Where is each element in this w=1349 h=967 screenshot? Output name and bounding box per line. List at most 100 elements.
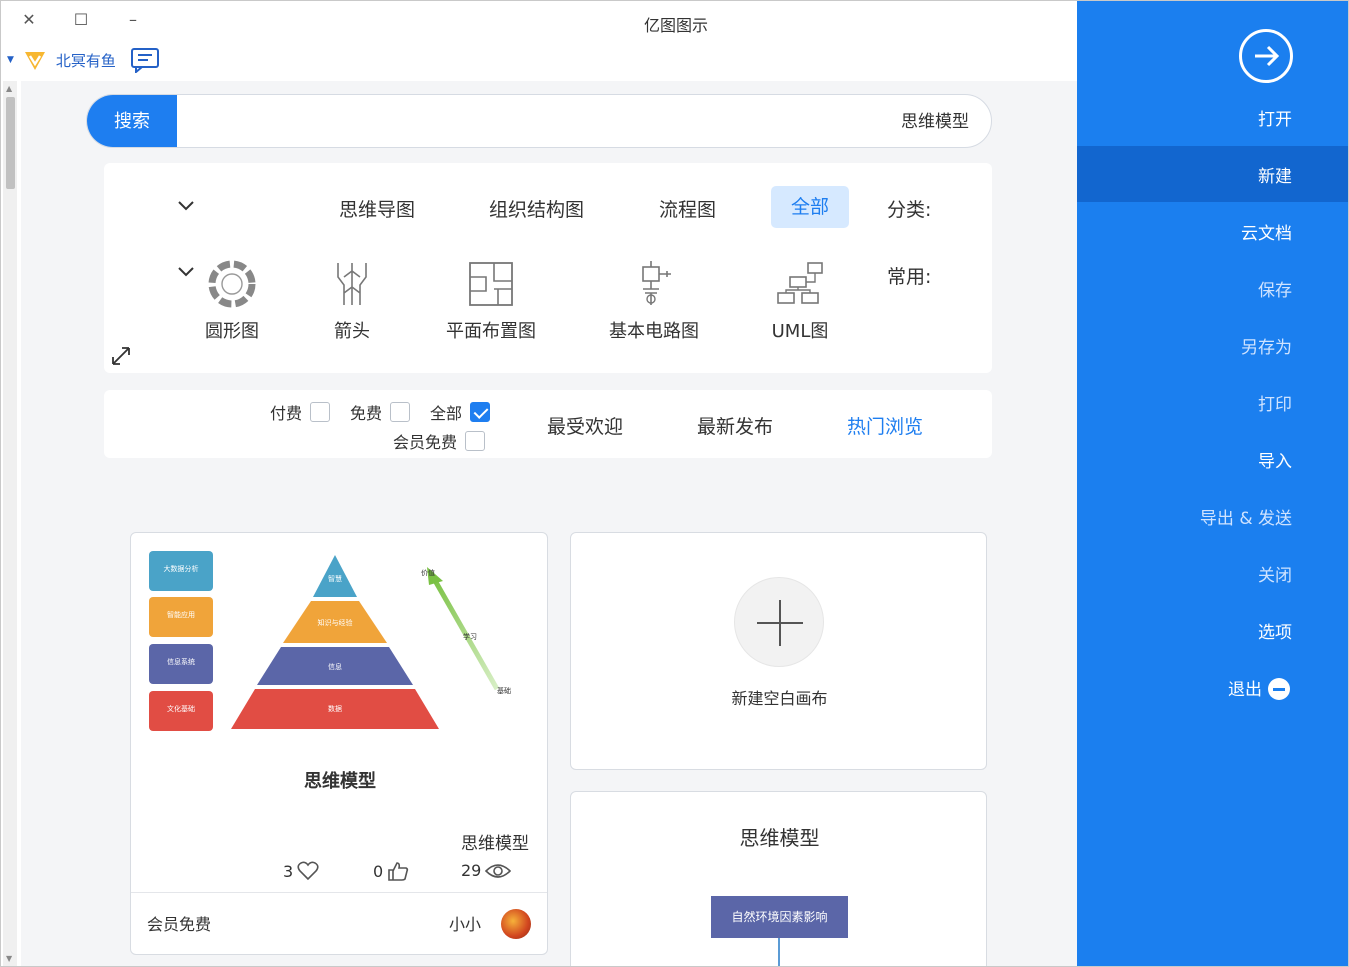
chevron-down-icon[interactable] [177,197,195,215]
connector-line [778,938,780,966]
sidebar-item-label: 打印 [1258,395,1292,415]
preview-title: 思维模型 [304,771,376,792]
checkbox[interactable] [390,402,411,422]
template-circuit[interactable]: 基本电路图 [584,259,724,343]
checkbox[interactable] [310,402,331,422]
sidebar-item-open[interactable]: 打开 [1077,89,1348,145]
sidebar-item-label: 另存为 [1241,338,1292,358]
template-label: 圆形图 [205,321,259,342]
likes-count: 0 [373,861,384,881]
maximize-icon[interactable]: ☐ [69,9,93,31]
sidebar-item-new[interactable]: 新建 [1077,146,1348,202]
message-icon[interactable] [130,47,160,73]
exit-icon [1268,678,1290,700]
template-name[interactable]: 思维模型 [461,829,529,854]
vip-badge-icon [24,52,45,70]
sidebar-item-label: 打开 [1258,110,1292,130]
category-org-chart[interactable]: 组织结构图 [489,195,584,222]
sidebar-item-label: 保存 [1258,281,1292,301]
sort-latest[interactable]: 最新发布 [697,412,773,439]
scroll-up-icon[interactable]: ▲ [6,84,14,93]
open-icon[interactable] [1239,29,1293,83]
search-bar: 搜索 思维模型 [86,94,992,148]
checkbox[interactable] [465,431,486,451]
sidebar-item-exit[interactable]: 退出 [1077,659,1348,715]
likes-stat[interactable]: 0 [373,861,409,881]
template-label: 平面布置图 [446,321,536,342]
sidebar-item-print[interactable]: 打印 [1077,374,1348,430]
filter-paid[interactable]: 付费 [270,400,331,424]
sidebar-item-options[interactable]: 选项 [1077,602,1348,658]
template-label: 箭头 [334,321,370,342]
sidebar-item-label: 云文档 [1241,224,1292,244]
sidebar-item-label: 选项 [1258,623,1292,643]
pyramid-label: 信息 [328,662,342,671]
sidebar-item-close[interactable]: 关闭 [1077,545,1348,601]
favorites-count: 3 [283,861,294,881]
preview-box: 自然环境因素影响 [711,896,848,938]
add-icon[interactable] [734,577,824,667]
filter-all[interactable]: 全部 [430,400,491,424]
sort-popular[interactable]: 热门浏览 [847,412,923,439]
new-canvas-label: 新建空白画布 [731,689,828,708]
scrollbar-thumb[interactable] [6,97,15,189]
new-blank-canvas-card[interactable]: 新建空白画布 [570,532,987,770]
sidebar-item-import[interactable]: 导入 [1077,431,1348,487]
sidebar-item-save[interactable]: 保存 [1077,260,1348,316]
sidebar-item-label: 新建 [1258,167,1292,187]
checkbox[interactable] [470,402,491,422]
pyramid-label: 数据 [328,704,342,713]
scroll-down-icon[interactable]: ▼ [6,954,12,963]
user-menu[interactable]: ▼ 北冥有鱼 [7,45,160,75]
uml-icon [777,262,823,304]
close-icon[interactable]: ✕ [17,9,41,31]
template-floorplan[interactable]: 平面布置图 [421,259,561,343]
scrollbar[interactable] [3,81,17,966]
template-label: UML图 [771,321,829,342]
avatar[interactable] [501,909,531,939]
sidebar-item-label: 导入 [1258,452,1292,472]
author-name[interactable]: 小小 [449,911,481,935]
floorplan-icon [469,262,513,306]
category-label: 分类: [887,199,932,221]
category-all[interactable]: 全部 [771,186,849,228]
user-name[interactable]: 北冥有鱼 [56,50,116,71]
sidebar-item-cloud[interactable]: 云文档 [1077,203,1348,259]
arrow-preview: 价值 学习 基础 [421,567,511,695]
filter-member-free[interactable]: 会员免费 [393,429,486,453]
sidebar-item-label: 关闭 [1258,566,1292,586]
checkbox-label: 免费 [350,404,383,423]
arrow-label: 学习 [463,632,477,641]
sidebar: 打开 新建 云文档 保存 另存为 打印 导入 导出 & 发送 关闭 选项 退出 [1077,1,1348,966]
sidebar-item-label: 退出 [1228,680,1262,700]
template-arrow[interactable]: 箭头 [282,259,422,343]
search-button[interactable]: 搜索 [87,95,177,147]
sidebar-item-export[interactable]: 导出 & 发送 [1077,488,1348,544]
sidebar-item-save-as[interactable]: 另存为 [1077,317,1348,373]
template-card[interactable]: 大数据分析 智能应用 信息系统 文化基础 智慧 知识与经验 信息 数据 价值 学… [130,532,548,955]
heart-icon [297,861,319,881]
checkbox-label: 全部 [430,404,463,423]
checkbox-label: 会员免费 [393,433,458,452]
chevron-down-icon[interactable]: ▼ [7,55,14,65]
arrow-label: 价值 [421,568,435,577]
template-uml[interactable]: UML图 [730,259,870,343]
arrow-icon [337,263,367,305]
search-input[interactable]: 思维模型 [901,95,969,147]
sort-favorite[interactable]: 最受欢迎 [547,412,623,439]
filter-free[interactable]: 免费 [350,400,411,424]
common-label: 常用: [887,266,932,288]
chevron-down-icon[interactable] [177,263,195,281]
circuit-icon [642,261,671,305]
category-flowchart[interactable]: 流程图 [659,195,716,222]
eye-icon [485,863,512,878]
minimize-icon[interactable]: – [121,9,145,31]
views-stat: 29 [461,861,512,880]
template-card[interactable]: 思维模型 自然环境因素影响 [570,791,987,966]
price-label: 会员免费 [147,915,212,934]
thumbs-up-icon [388,862,409,881]
category-mindmap[interactable]: 思维导图 [339,195,415,222]
favorites-stat[interactable]: 3 [283,861,319,881]
side-box: 文化基础 [149,691,213,731]
expand-icon[interactable] [110,345,132,367]
